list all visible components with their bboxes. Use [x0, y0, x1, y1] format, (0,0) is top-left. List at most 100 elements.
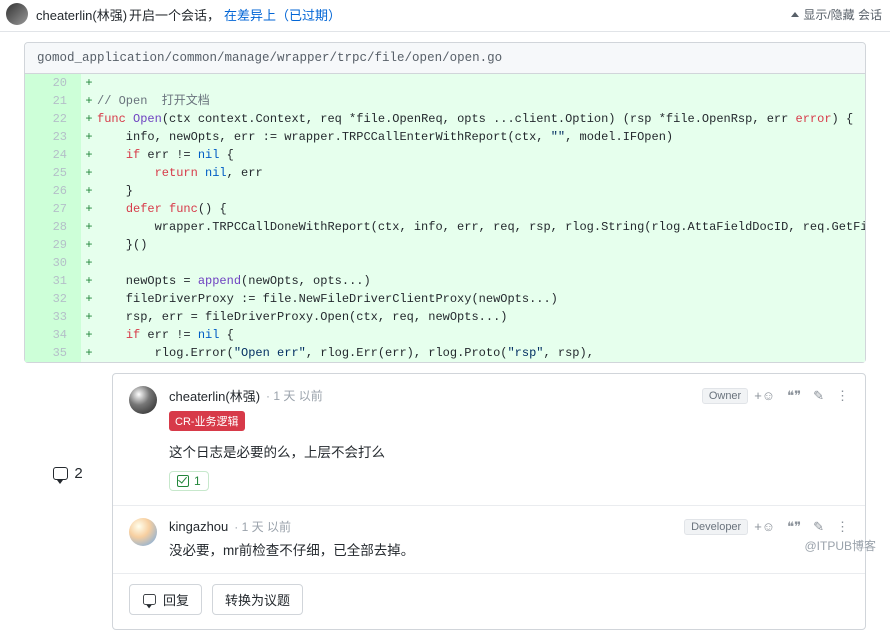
code-line[interactable]: 22+func Open(ctx context.Context, req *f…: [25, 110, 865, 128]
code-line[interactable]: 30+: [25, 254, 865, 272]
line-number: 23: [25, 128, 81, 146]
line-number: 22: [25, 110, 81, 128]
line-number: 35: [25, 344, 81, 362]
edit-icon[interactable]: ✎: [813, 519, 824, 535]
line-number: 30: [25, 254, 81, 272]
diff-marker: +: [81, 326, 97, 344]
line-number: 27: [25, 200, 81, 218]
diff-container: gomod_application/common/manage/wrapper/…: [24, 42, 866, 363]
quote-icon[interactable]: ❝❞: [787, 519, 801, 535]
comment-list: cheaterlin(林强) · 1 天 以前 Owner +☺ ❝❞ ✎ ⋮ …: [112, 373, 866, 630]
diff-marker: +: [81, 164, 97, 182]
code-content: // Open 打开文档: [97, 92, 865, 110]
code-line[interactable]: 27+ defer func() {: [25, 200, 865, 218]
speech-bubble-icon: [143, 594, 156, 605]
speech-bubble-icon: [53, 467, 68, 480]
code-content: }: [97, 182, 865, 200]
code-content: func Open(ctx context.Context, req *file…: [97, 110, 865, 128]
avatar: [129, 518, 157, 546]
add-reaction-button[interactable]: +☺: [754, 388, 775, 403]
watermark: @ITPUB博客: [804, 537, 876, 554]
line-number: 26: [25, 182, 81, 200]
convert-to-issue-button[interactable]: 转换为议题: [212, 584, 303, 615]
toggle-thread[interactable]: 显示/隐藏 会话: [791, 6, 882, 23]
diff-marker: +: [81, 200, 97, 218]
line-number: 34: [25, 326, 81, 344]
diff-location-link[interactable]: 在差异上（已过期）: [224, 5, 341, 24]
reaction-badge[interactable]: 1: [169, 471, 209, 491]
code-line[interactable]: 25+ return nil, err: [25, 164, 865, 182]
convert-label: 转换为议题: [225, 590, 290, 609]
diff-marker: +: [81, 128, 97, 146]
code-content: rsp, err = fileDriverProxy.Open(ctx, req…: [97, 308, 865, 326]
code-diff: 20+21+// Open 打开文档22+func Open(ctx conte…: [25, 74, 865, 362]
code-line[interactable]: 29+ }(): [25, 236, 865, 254]
line-number: 24: [25, 146, 81, 164]
line-number: 32: [25, 290, 81, 308]
diff-marker: +: [81, 236, 97, 254]
reply-label: 回复: [163, 590, 189, 609]
code-line[interactable]: 24+ if err != nil {: [25, 146, 865, 164]
comment-text: 没必要，mr前检查不仔细，已全部去掉。: [169, 539, 849, 559]
comment-count: 2: [53, 465, 82, 482]
code-line[interactable]: 20+: [25, 74, 865, 92]
code-line[interactable]: 35+ rlog.Error("Open err", rlog.Err(err)…: [25, 344, 865, 362]
code-content: }(): [97, 236, 865, 254]
quote-icon[interactable]: ❝❞: [787, 388, 801, 404]
more-icon[interactable]: ⋮: [836, 388, 849, 404]
reply-button[interactable]: 回复: [129, 584, 202, 615]
comment-timestamp: · 1 天 以前: [234, 518, 291, 535]
diff-marker: +: [81, 254, 97, 272]
more-icon[interactable]: ⋮: [836, 519, 849, 535]
code-content: defer func() {: [97, 200, 865, 218]
code-line[interactable]: 26+ }: [25, 182, 865, 200]
add-reaction-button[interactable]: +☺: [754, 519, 775, 534]
line-number: 31: [25, 272, 81, 290]
diff-marker: +: [81, 272, 97, 290]
review-tag: CR-业务逻辑: [169, 411, 245, 431]
comment-author[interactable]: cheaterlin(林强): [169, 386, 260, 405]
code-content: return nil, err: [97, 164, 865, 182]
role-badge: Developer: [684, 519, 748, 535]
comment-thread: 2 cheaterlin(林强) · 1 天 以前 Owner +☺ ❝❞ ✎ …: [24, 373, 866, 630]
toggle-thread-label: 显示/隐藏 会话: [803, 6, 882, 23]
line-number: 29: [25, 236, 81, 254]
code-content: if err != nil {: [97, 326, 865, 344]
diff-marker: +: [81, 146, 97, 164]
check-icon: [177, 475, 189, 487]
line-number: 25: [25, 164, 81, 182]
code-content: if err != nil {: [97, 146, 865, 164]
code-line[interactable]: 31+ newOpts = append(newOpts, opts...): [25, 272, 865, 290]
diff-marker: +: [81, 290, 97, 308]
file-path[interactable]: gomod_application/common/manage/wrapper/…: [25, 43, 865, 74]
code-line[interactable]: 21+// Open 打开文档: [25, 92, 865, 110]
author-name: cheaterlin(林强): [36, 5, 127, 24]
comment-item: cheaterlin(林强) · 1 天 以前 Owner +☺ ❝❞ ✎ ⋮ …: [113, 374, 865, 505]
code-content: fileDriverProxy := file.NewFileDriverCli…: [97, 290, 865, 308]
line-number: 28: [25, 218, 81, 236]
diff-marker: +: [81, 92, 97, 110]
code-content: info, newOpts, err := wrapper.TRPCCallEn…: [97, 128, 865, 146]
code-line[interactable]: 28+ wrapper.TRPCCallDoneWithReport(ctx, …: [25, 218, 865, 236]
thread-gutter: 2: [24, 373, 112, 630]
edit-icon[interactable]: ✎: [813, 388, 824, 404]
code-content: [97, 254, 865, 272]
diff-marker: +: [81, 110, 97, 128]
avatar: [6, 3, 28, 25]
avatar: [129, 386, 157, 414]
reaction-count: 1: [194, 474, 201, 488]
code-content: rlog.Error("Open err", rlog.Err(err), rl…: [97, 344, 865, 362]
code-content: wrapper.TRPCCallDoneWithReport(ctx, info…: [97, 218, 865, 236]
line-number: 33: [25, 308, 81, 326]
code-line[interactable]: 32+ fileDriverProxy := file.NewFileDrive…: [25, 290, 865, 308]
diff-marker: +: [81, 308, 97, 326]
diff-marker: +: [81, 218, 97, 236]
diff-marker: +: [81, 182, 97, 200]
code-line[interactable]: 34+ if err != nil {: [25, 326, 865, 344]
diff-marker: +: [81, 74, 97, 92]
comment-author[interactable]: kingazhou: [169, 519, 228, 534]
line-number: 21: [25, 92, 81, 110]
code-line[interactable]: 33+ rsp, err = fileDriverProxy.Open(ctx,…: [25, 308, 865, 326]
chevron-up-icon: [791, 12, 799, 17]
code-line[interactable]: 23+ info, newOpts, err := wrapper.TRPCCa…: [25, 128, 865, 146]
